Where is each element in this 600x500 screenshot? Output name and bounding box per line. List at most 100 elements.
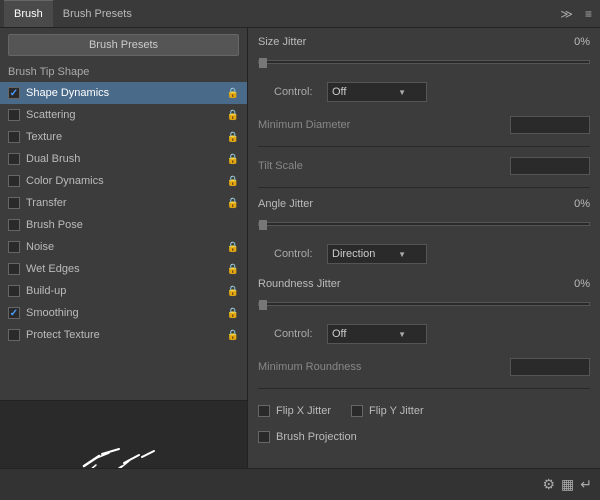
min-roundness-label: Minimum Roundness [258,361,361,373]
tilt-scale-label: Tilt Scale [258,160,303,172]
lock-build-up: 🔒 [227,286,239,297]
control-label-2: Control: [274,248,319,260]
checkbox-texture[interactable] [8,131,20,143]
settings-icon[interactable]: ⚙ [542,476,555,493]
main-layout: Brush Presets Brush Tip Shape ✓ Shape Dy… [0,28,600,500]
checkbox-noise[interactable] [8,241,20,253]
tab-brush-presets[interactable]: Brush Presets [53,0,142,27]
checkbox-scattering[interactable] [8,109,20,121]
checkbox-protect-texture[interactable] [8,329,20,341]
roundness-jitter-slider[interactable] [258,298,590,310]
menu-item-wet-edges[interactable]: Wet Edges 🔒 [0,258,247,280]
min-roundness-input[interactable] [510,358,590,376]
angle-jitter-control-select[interactable]: Direction ▼ [327,244,427,264]
menu-item-shape-dynamics[interactable]: ✓ Shape Dynamics 🔒 [0,82,247,104]
lock-smoothing: 🔒 [227,308,239,319]
menu-item-noise[interactable]: Noise 🔒 [0,236,247,258]
size-jitter-slider[interactable] [258,56,590,68]
angle-jitter-slider[interactable] [258,218,590,230]
label-color-dynamics: Color Dynamics [26,175,227,187]
divider-1 [258,146,590,147]
action-icon[interactable]: ↵ [580,476,592,493]
right-panel: Size Jitter 0% Control: Off ▼ Minimum Di… [248,28,600,500]
lock-dual-brush: 🔒 [227,154,239,165]
checkbox-brush-projection[interactable] [258,431,270,443]
tab-icons-area: ≫ ≡ [556,5,596,23]
select-arrow-2: ▼ [398,250,406,259]
expand-icon[interactable]: ≫ [556,5,577,23]
roundness-jitter-control-select[interactable]: Off ▼ [327,324,427,344]
label-smoothing: Smoothing [26,307,227,319]
size-jitter-row: Size Jitter 0% [258,36,590,48]
tab-brush[interactable]: Brush [4,0,53,27]
menu-item-texture[interactable]: Texture 🔒 [0,126,247,148]
checkbox-flip-y[interactable] [351,405,363,417]
roundness-jitter-control-row: Control: Off ▼ [274,324,590,344]
menu-item-smoothing[interactable]: ✓ Smoothing 🔒 [0,302,247,324]
flip-y-row: Flip Y Jitter [351,405,424,417]
roundness-jitter-label: Roundness Jitter [258,278,341,290]
label-protect-texture: Protect Texture [26,329,227,341]
menu-item-transfer[interactable]: Transfer 🔒 [0,192,247,214]
bottom-toolbar: ⚙ ▦ ↵ [0,468,600,500]
size-jitter-thumb[interactable] [259,58,267,68]
lock-noise: 🔒 [227,242,239,253]
lock-texture: 🔒 [227,132,239,143]
menu-item-scattering[interactable]: Scattering 🔒 [0,104,247,126]
brush-projection-row: Brush Projection [258,431,590,443]
flip-row: Flip X Jitter Flip Y Jitter [258,403,590,419]
checkbox-flip-x[interactable] [258,405,270,417]
control-label-1: Control: [274,86,319,98]
top-tab-bar: Brush Brush Presets ≫ ≡ [0,0,600,28]
divider-3 [258,388,590,389]
menu-icon[interactable]: ≡ [581,5,596,23]
menu-item-protect-texture[interactable]: Protect Texture 🔒 [0,324,247,346]
label-wet-edges: Wet Edges [26,263,227,275]
checkbox-wet-edges[interactable] [8,263,20,275]
brush-settings-list: ✓ Shape Dynamics 🔒 Scattering 🔒 Texture … [0,82,247,400]
min-diameter-row: Minimum Diameter [258,116,590,134]
checkbox-smoothing[interactable]: ✓ [8,307,20,319]
roundness-jitter-row: Roundness Jitter 0% [258,278,590,290]
flip-x-row: Flip X Jitter [258,405,331,417]
angle-jitter-thumb[interactable] [259,220,267,230]
control-label-3: Control: [274,328,319,340]
brush-projection-label: Brush Projection [276,431,357,443]
min-diameter-input[interactable] [510,116,590,134]
lock-protect-texture: 🔒 [227,330,239,341]
lock-wet-edges: 🔒 [227,264,239,275]
label-build-up: Build-up [26,285,227,297]
lock-transfer: 🔒 [227,198,239,209]
select-arrow-3: ▼ [398,330,406,339]
checkbox-transfer[interactable] [8,197,20,209]
label-transfer: Transfer [26,197,227,209]
menu-item-brush-pose[interactable]: Brush Pose [0,214,247,236]
brush-presets-button[interactable]: Brush Presets [8,34,239,56]
checkbox-dual-brush[interactable] [8,153,20,165]
checkbox-shape-dynamics[interactable]: ✓ [8,87,20,99]
roundness-jitter-track [258,302,590,306]
roundness-jitter-thumb[interactable] [259,300,267,310]
angle-jitter-control-row: Control: Direction ▼ [274,244,590,264]
angle-jitter-label: Angle Jitter [258,198,313,210]
angle-jitter-track [258,222,590,226]
grid-icon[interactable]: ▦ [561,476,574,493]
label-noise: Noise [26,241,227,253]
menu-item-build-up[interactable]: Build-up 🔒 [0,280,247,302]
label-shape-dynamics: Shape Dynamics [26,87,227,99]
tilt-scale-row: Tilt Scale [258,157,590,175]
size-jitter-control-row: Control: Off ▼ [274,82,590,102]
label-dual-brush: Dual Brush [26,153,227,165]
flip-y-label: Flip Y Jitter [369,405,424,417]
lock-color-dynamics: 🔒 [227,176,239,187]
checkbox-color-dynamics[interactable] [8,175,20,187]
checkbox-brush-pose[interactable] [8,219,20,231]
menu-item-color-dynamics[interactable]: Color Dynamics 🔒 [0,170,247,192]
size-jitter-label: Size Jitter [258,36,306,48]
tilt-scale-input[interactable] [510,157,590,175]
label-scattering: Scattering [26,109,227,121]
menu-item-dual-brush[interactable]: Dual Brush 🔒 [0,148,247,170]
size-jitter-track [258,60,590,64]
checkbox-build-up[interactable] [8,285,20,297]
size-jitter-control-select[interactable]: Off ▼ [327,82,427,102]
